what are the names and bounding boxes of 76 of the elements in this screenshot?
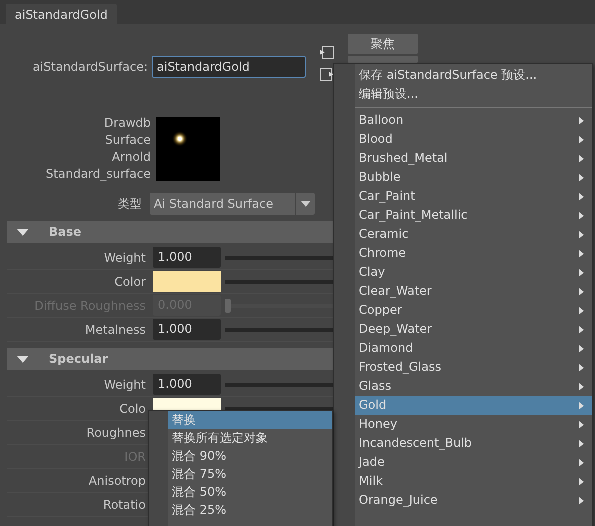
type-label: 类型 [117, 196, 143, 213]
submenu-arrow-icon [579, 250, 584, 258]
attribute-label: Color [114, 274, 147, 290]
submenu-arrow-icon [579, 478, 584, 486]
menu-item[interactable]: Blood [355, 130, 592, 149]
output-connection-icon[interactable] [320, 68, 334, 81]
menu-item[interactable]: Orange_Juice [355, 491, 592, 510]
value-field[interactable]: 1.000 [153, 319, 221, 340]
value-field[interactable]: 1.000 [153, 247, 221, 268]
submenu-arrow-icon [579, 344, 584, 352]
input-connection-icon[interactable] [320, 46, 334, 59]
color-swatch[interactable] [153, 271, 221, 292]
menu-item[interactable]: Copper [355, 301, 592, 320]
focus-button[interactable]: 聚焦 [348, 34, 418, 54]
attribute-label: Colo [118, 400, 147, 418]
attribute-label: Weight [103, 376, 147, 394]
menu-item[interactable]: Milk [355, 472, 592, 491]
menu-item[interactable]: Diamond [355, 339, 592, 358]
menu-item[interactable]: Jade [355, 453, 592, 472]
presets-button[interactable] [348, 56, 418, 63]
submenu-arrow-icon [579, 402, 584, 410]
submenu-arrow-icon [579, 306, 584, 314]
menu-item[interactable]: Balloon [355, 111, 592, 130]
menu-item[interactable]: Bubble [355, 168, 592, 187]
submenu-arrow-icon [579, 268, 584, 276]
value-field[interactable]: 1.000 [153, 374, 221, 395]
node-label: aiStandardSurface: [32, 59, 149, 76]
submenu-arrow-icon [579, 174, 584, 182]
attribute-label: Weight [103, 250, 147, 266]
menu-item[interactable]: 编辑预设... [355, 85, 592, 104]
menu-item[interactable]: Frosted_Glass [355, 358, 592, 377]
menu-item[interactable]: 混合 90% [168, 447, 332, 465]
submenu-arrow-icon [579, 136, 584, 144]
submenu-arrow-icon [579, 440, 584, 448]
submenu-arrow-icon [579, 116, 584, 124]
swatch-label: Drawdb [103, 115, 151, 132]
menu-item[interactable]: 保存 aiStandardSurface 预设... [355, 66, 592, 85]
menu-item[interactable]: Deep_Water [355, 320, 592, 339]
menu-item[interactable]: Honey [355, 415, 592, 434]
menu-item[interactable]: Chrome [355, 244, 592, 263]
attribute-label: Metalness [84, 322, 147, 338]
submenu-arrow-icon [579, 420, 584, 428]
attribute-label: Roughnes [86, 424, 147, 442]
submenu-arrow-icon [579, 458, 584, 466]
submenu-arrow-icon [579, 326, 584, 334]
menu-item[interactable]: Clear_Water [355, 282, 592, 301]
menu-item[interactable]: Car_Paint_Metallic [355, 206, 592, 225]
submenu-arrow-icon [579, 382, 584, 390]
attribute-label: Anisotrop [88, 472, 147, 490]
submenu-arrow-icon [579, 496, 584, 504]
attribute-label: Rotatio [102, 496, 147, 514]
menu-item[interactable]: 替换 [168, 411, 332, 429]
submenu-arrow-icon [579, 230, 584, 238]
node-name-field[interactable]: aiStandardGold [152, 56, 306, 78]
menu-item[interactable]: 混合 50% [168, 483, 332, 501]
menu-item[interactable]: Glass [355, 377, 592, 396]
menu-item[interactable]: Car_Paint [355, 187, 592, 206]
menu-item[interactable]: 混合 75% [168, 465, 332, 483]
submenu-arrow-icon [579, 364, 584, 372]
menu-item[interactable]: Ceramic [355, 225, 592, 244]
submenu-arrow-icon [579, 154, 584, 162]
menu-item[interactable]: Incandescent_Bulb [355, 434, 592, 453]
swatch-label: Surface [104, 132, 151, 149]
submenu-arrow-icon [579, 288, 584, 296]
menu-item[interactable]: 替换所有选定对象 [168, 429, 332, 447]
submenu-arrow-icon [579, 212, 584, 220]
caret-icon [300, 201, 310, 207]
swatch-label: Arnold [111, 149, 151, 166]
submenu-arrow-icon [579, 192, 584, 200]
menu-item[interactable]: 混合 25% [168, 501, 332, 519]
menu-item[interactable]: Brushed_Metal [355, 149, 592, 168]
tab[interactable]: aiStandardGold [6, 4, 117, 24]
menu-item[interactable]: Gold [355, 396, 592, 415]
type-dropdown[interactable]: Ai Standard Surface [150, 193, 315, 215]
swatch-label: Standard_surface [45, 166, 151, 183]
menu-item[interactable]: Clay [355, 263, 592, 282]
